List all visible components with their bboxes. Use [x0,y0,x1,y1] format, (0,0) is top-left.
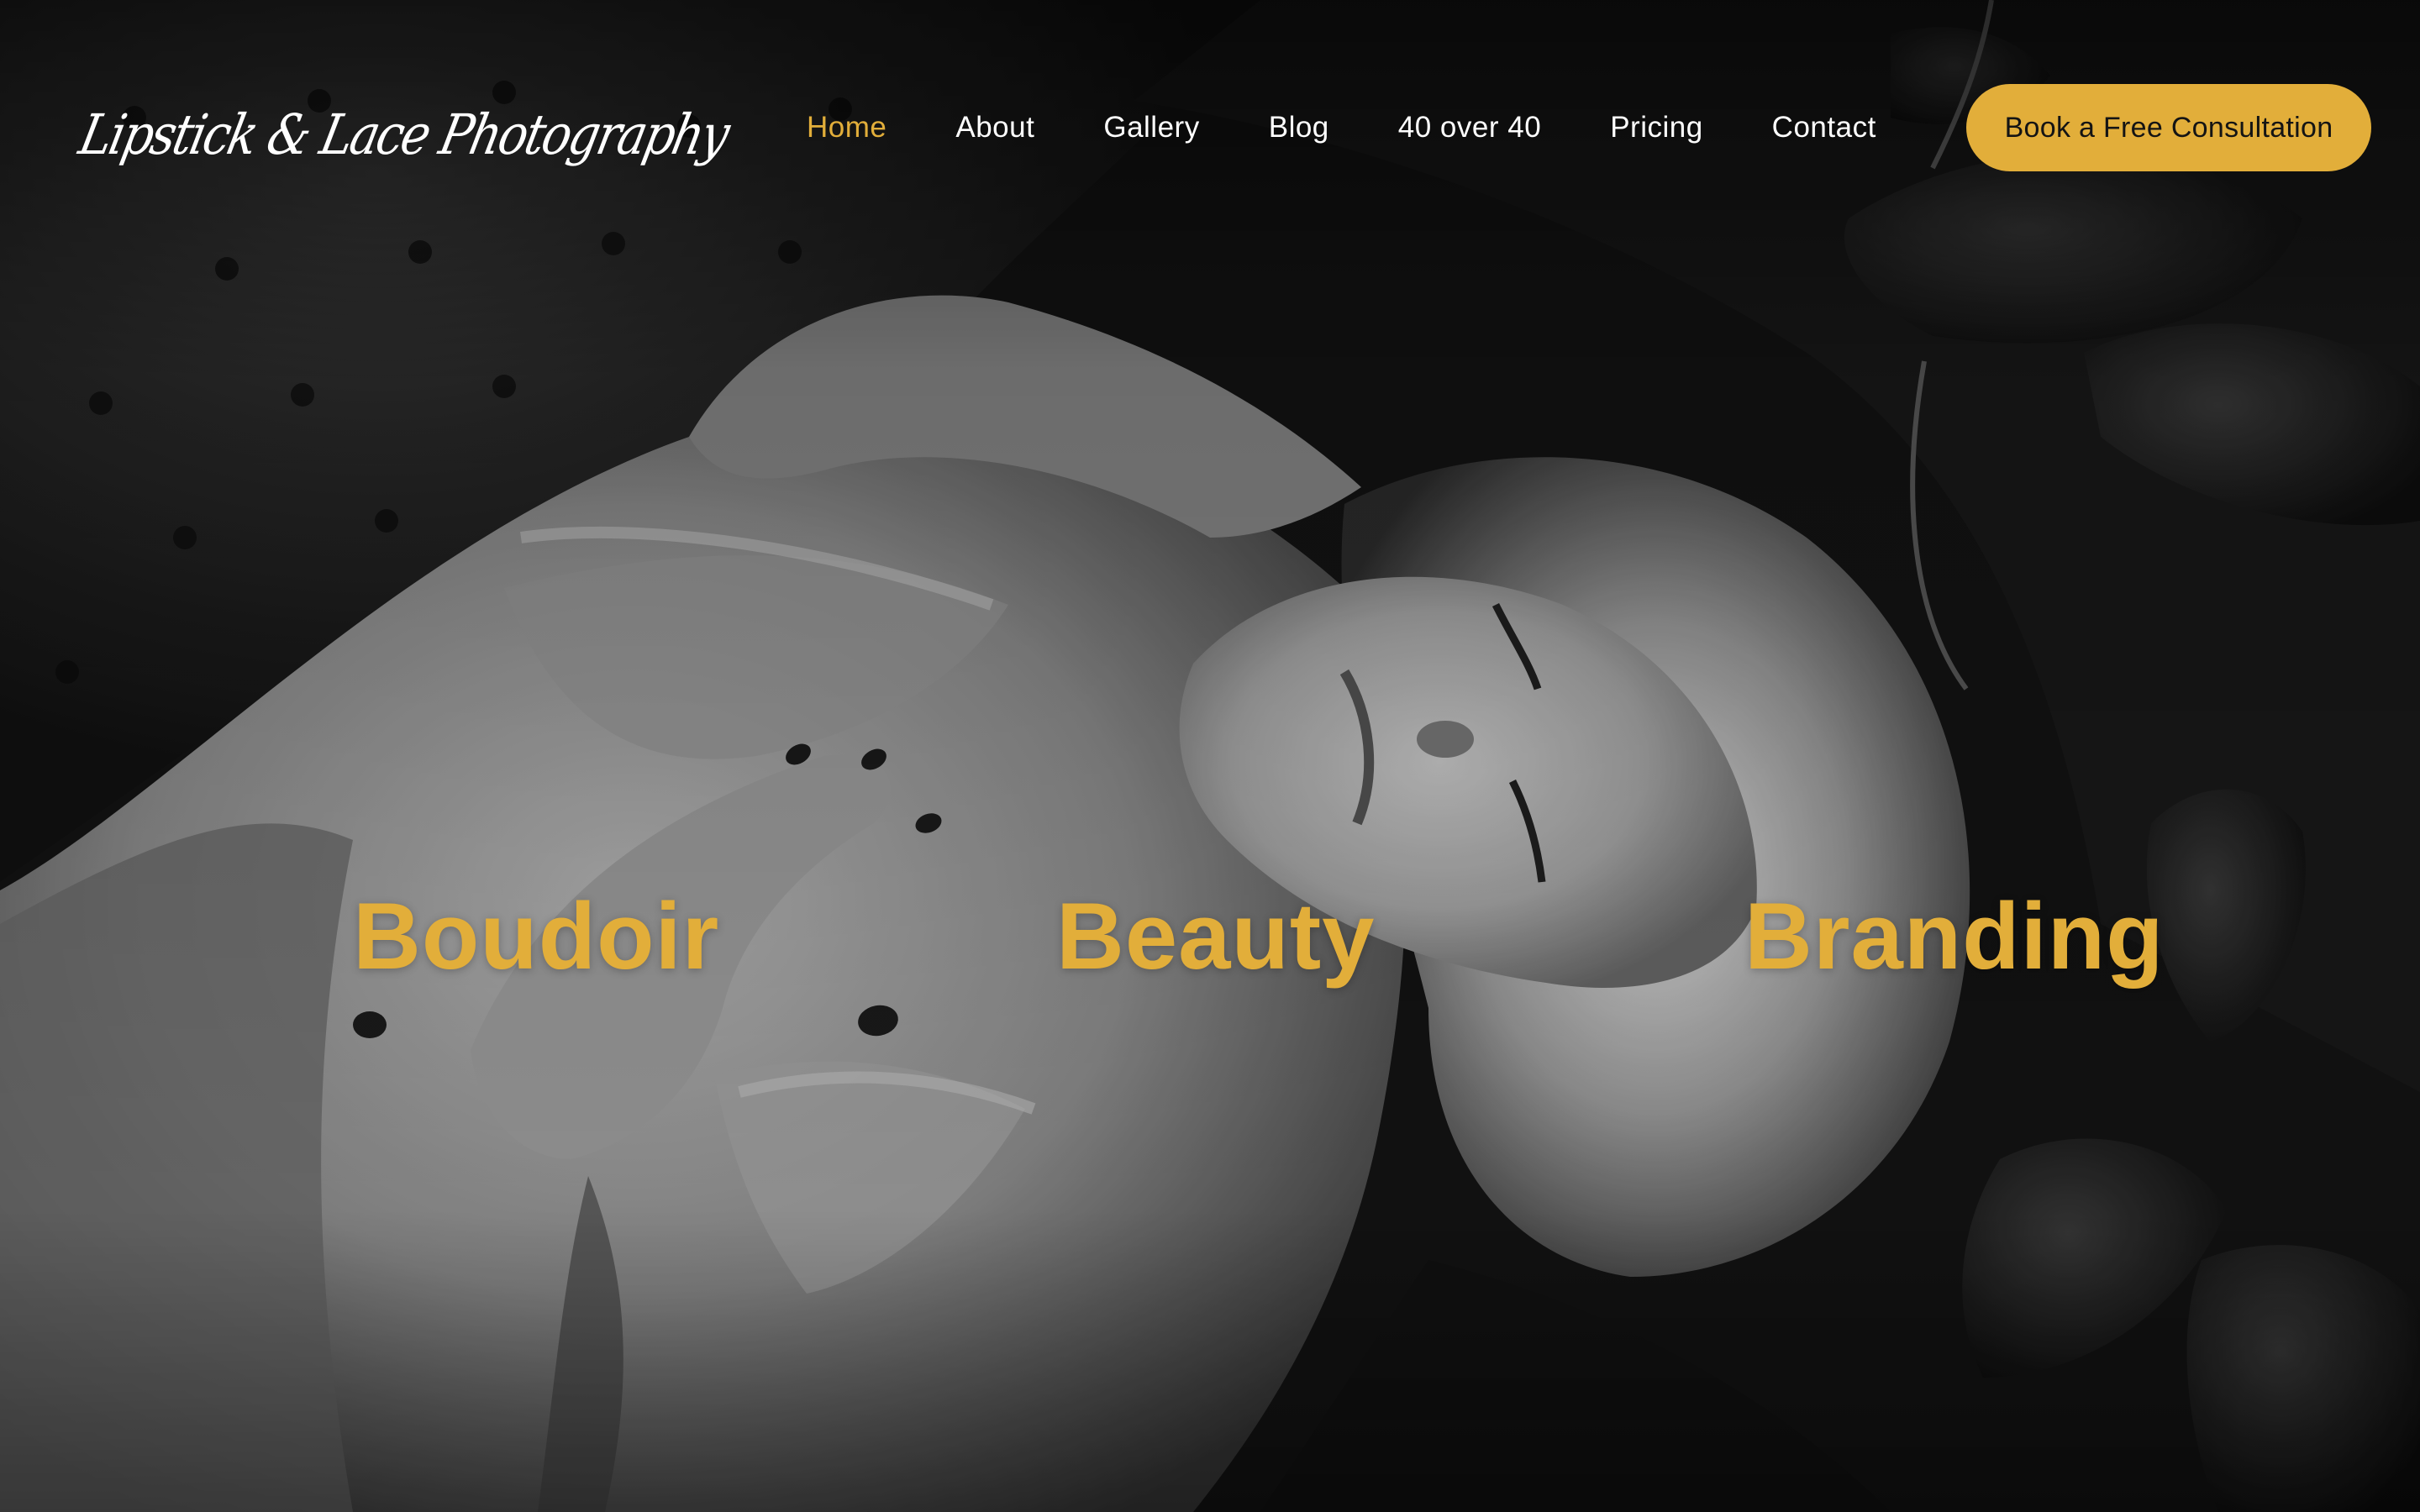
service-link-branding[interactable]: Branding [1744,874,2165,1000]
home-page: Lipstick & Lace Photography Home About G… [0,0,2420,1512]
book-consultation-button[interactable]: Book a Free Consultation [1966,84,2371,171]
nav-item-gallery[interactable]: Gallery [1103,111,1199,144]
nav-item-about[interactable]: About [955,111,1034,144]
nav-item-blog[interactable]: Blog [1269,111,1329,144]
nav-item-contact[interactable]: Contact [1772,111,1876,144]
site-header: Lipstick & Lace Photography Home About G… [0,0,2420,252]
nav-item-40-over-40[interactable]: 40 over 40 [1398,111,1541,144]
nav-item-pricing[interactable]: Pricing [1610,111,1702,144]
site-logo[interactable]: Lipstick & Lace Photography [69,81,734,190]
main-navigation: Home About Gallery Blog 40 over 40 Prici… [807,84,1876,171]
service-link-beauty[interactable]: Beauty [1056,874,1375,1000]
service-link-boudoir[interactable]: Boudoir [353,874,719,1000]
nav-item-home[interactable]: Home [807,111,886,144]
